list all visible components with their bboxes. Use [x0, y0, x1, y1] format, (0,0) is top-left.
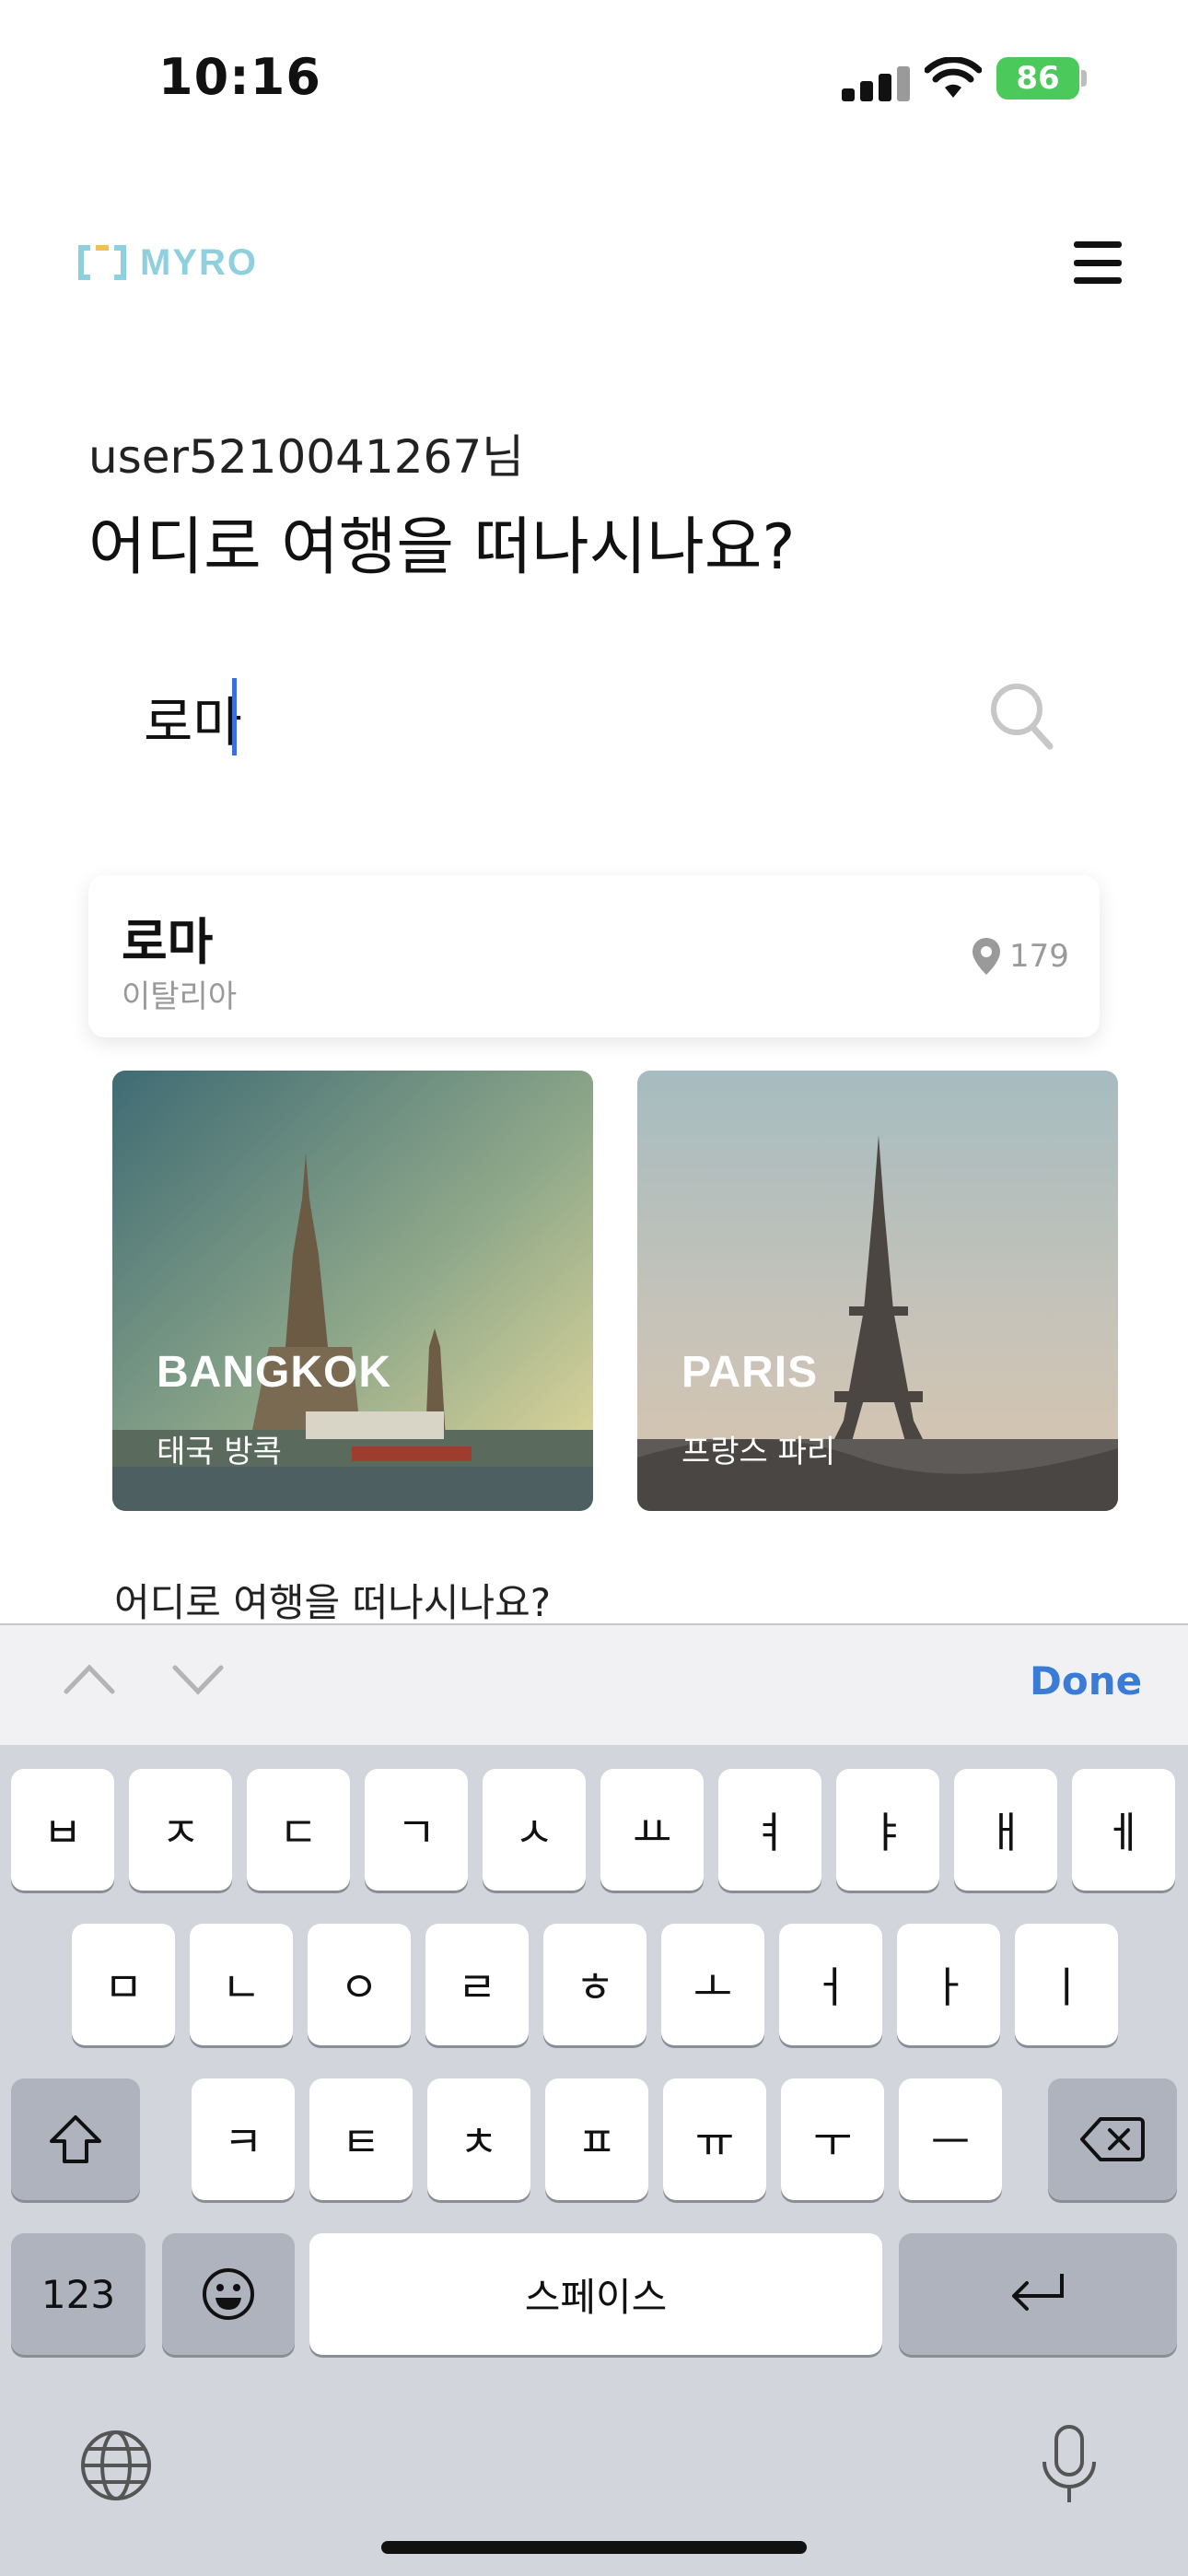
destination-name: BANGKOK [157, 1348, 391, 1397]
key-b[interactable]: ㅂ [11, 1769, 114, 1891]
delete-key[interactable] [1048, 2078, 1177, 2200]
key-yeo[interactable]: ㅕ [718, 1769, 821, 1891]
key-m[interactable]: ㅁ [72, 1924, 175, 2045]
delete-icon [1080, 2117, 1145, 2161]
shift-icon [50, 2115, 101, 2163]
battery-level: 86 [1016, 60, 1060, 97]
destination-card-paris[interactable]: PARIS 프랑스 파리 [637, 1071, 1118, 1511]
suggestion-title: 로마 [122, 913, 214, 971]
destination-card-bangkok[interactable]: BANGKOK 태국 방콕 [112, 1071, 593, 1511]
done-button[interactable]: Done [1030, 1658, 1142, 1704]
key-t[interactable]: ㅌ [309, 2078, 413, 2200]
key-eo[interactable]: ㅓ [779, 1924, 882, 2045]
key-u[interactable]: ㅜ [781, 2078, 884, 2200]
cellular-signal-icon [842, 61, 932, 101]
search-suggestion[interactable]: 로마 이탈리아 179 [88, 875, 1100, 1037]
section-title: 어디로 여행을 떠나시나요? [114, 1580, 552, 1625]
battery-indicator: 86 [996, 57, 1079, 100]
search-field[interactable] [88, 663, 1101, 774]
logo[interactable]: MYRO [77, 241, 258, 284]
key-ng[interactable]: ㅇ [308, 1924, 411, 2045]
key-h[interactable]: ㅎ [543, 1924, 646, 2045]
status-time: 10:16 [158, 48, 321, 106]
key-i[interactable]: ㅣ [1015, 1924, 1118, 2045]
emoji-key[interactable] [162, 2233, 295, 2355]
key-eu[interactable]: ㅡ [899, 2078, 1002, 2200]
key-ch[interactable]: ㅊ [427, 2078, 530, 2200]
key-a[interactable]: ㅏ [897, 1924, 1000, 2045]
search-icon[interactable] [987, 680, 1055, 754]
shift-key[interactable] [11, 2078, 140, 2200]
key-e[interactable]: ㅔ [1072, 1769, 1175, 1891]
space-key[interactable]: 스페이스 [309, 2233, 882, 2355]
greeting-user: user5210041267님 [88, 430, 525, 484]
menu-icon[interactable] [1074, 241, 1122, 284]
logo-text: MYRO [140, 241, 258, 283]
microphone-icon[interactable] [1037, 2423, 1101, 2508]
key-r[interactable]: ㄹ [425, 1924, 529, 2045]
logo-bracket-icon [78, 245, 126, 280]
battery-cap [1081, 70, 1087, 87]
destination-sub: 태국 방콕 [157, 1434, 282, 1470]
numbers-key[interactable]: 123 [11, 2233, 146, 2355]
key-o[interactable]: ㅗ [661, 1924, 764, 2045]
key-k[interactable]: ㅋ [192, 2078, 295, 2200]
text-caret [232, 678, 237, 755]
suggestion-count: 179 [1009, 938, 1069, 975]
return-icon [1012, 2274, 1064, 2311]
key-ae[interactable]: ㅐ [954, 1769, 1057, 1891]
key-s[interactable]: ㅅ [483, 1769, 586, 1891]
emoji-icon [203, 2268, 254, 2320]
key-ya[interactable]: ㅑ [836, 1769, 939, 1891]
key-d[interactable]: ㄷ [247, 1769, 350, 1891]
next-field-icon[interactable] [166, 1657, 230, 1703]
key-yu[interactable]: ㅠ [663, 2078, 766, 2200]
destination-name: PARIS [681, 1348, 819, 1397]
globe-icon[interactable] [79, 2429, 153, 2502]
destination-sub: 프랑스 파리 [681, 1434, 836, 1470]
key-g[interactable]: ㄱ [365, 1769, 468, 1891]
return-key[interactable] [899, 2233, 1177, 2355]
key-yo[interactable]: ㅛ [600, 1769, 704, 1891]
home-indicator [381, 2541, 807, 2554]
previous-field-icon[interactable] [57, 1657, 122, 1703]
suggestion-country: 이탈리아 [122, 978, 238, 1015]
location-pin-icon [973, 938, 1000, 975]
key-j[interactable]: ㅈ [129, 1769, 232, 1891]
wifi-icon [925, 57, 982, 98]
key-p[interactable]: ㅍ [545, 2078, 648, 2200]
search-input[interactable] [142, 680, 974, 755]
key-n[interactable]: ㄴ [190, 1924, 293, 2045]
page-title: 어디로 여행을 떠나시나요? [88, 511, 796, 584]
